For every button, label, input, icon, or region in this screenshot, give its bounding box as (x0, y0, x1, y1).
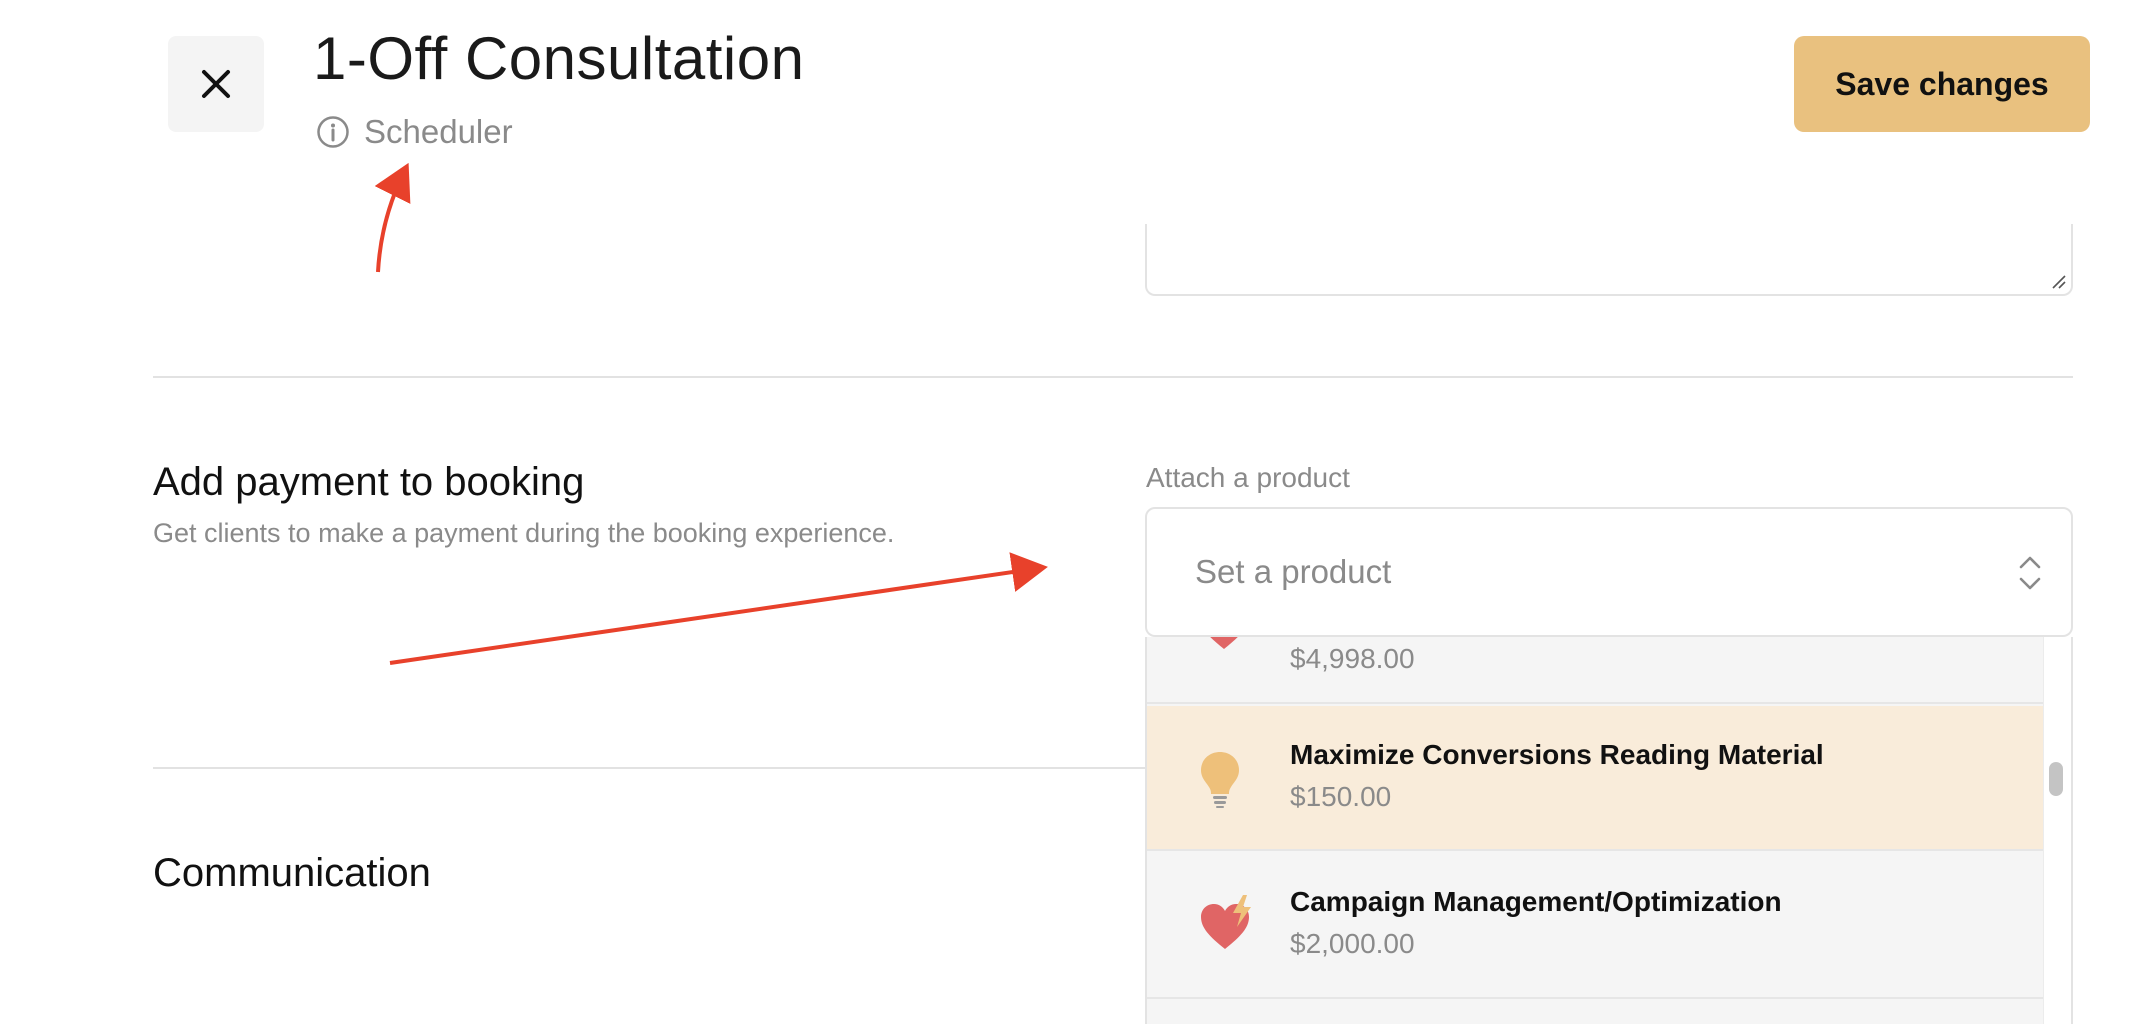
annotation-arrow (389, 552, 1048, 665)
annotation-arrows (374, 162, 1048, 665)
annotation-arrow (374, 162, 411, 273)
